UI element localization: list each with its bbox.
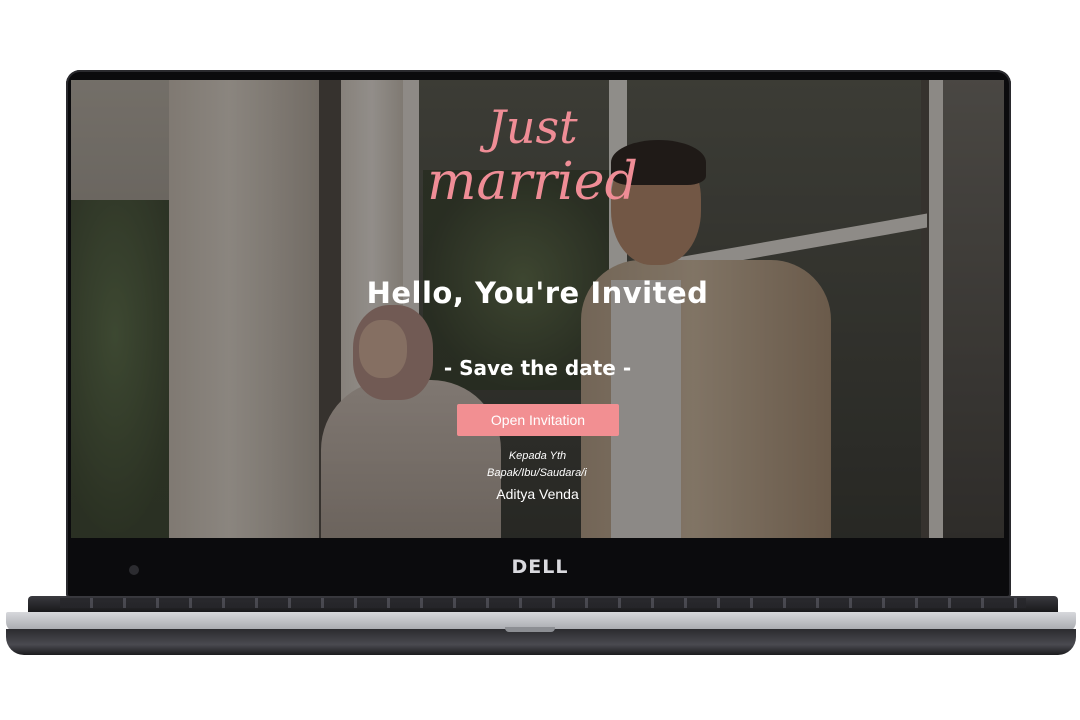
laptop-notch	[505, 627, 555, 632]
greeting-text: Kepada Yth	[508, 450, 567, 462]
salutation-text: Bapak/Ibu/Saudara/i	[487, 467, 587, 479]
dell-logo: DELL	[511, 556, 569, 578]
laptop-mockup: Just married Hello, You're Invited - Sav…	[0, 0, 1080, 720]
guest-name: Aditya Venda	[496, 486, 579, 502]
just-married-logo: Just	[487, 100, 578, 154]
open-invitation-button[interactable]: Open Invitation	[457, 404, 619, 436]
laptop-base-bottom	[6, 629, 1076, 655]
invitation-cover: Just married Hello, You're Invited - Sav…	[71, 80, 1004, 538]
laptop-screen: Just married Hello, You're Invited - Sav…	[71, 80, 1004, 538]
just-married-logo: married	[427, 152, 638, 212]
save-the-date-text: - Save the date -	[443, 356, 632, 380]
laptop-keyboard	[60, 598, 1026, 608]
invite-heading: Hello, You're Invited	[366, 276, 709, 310]
